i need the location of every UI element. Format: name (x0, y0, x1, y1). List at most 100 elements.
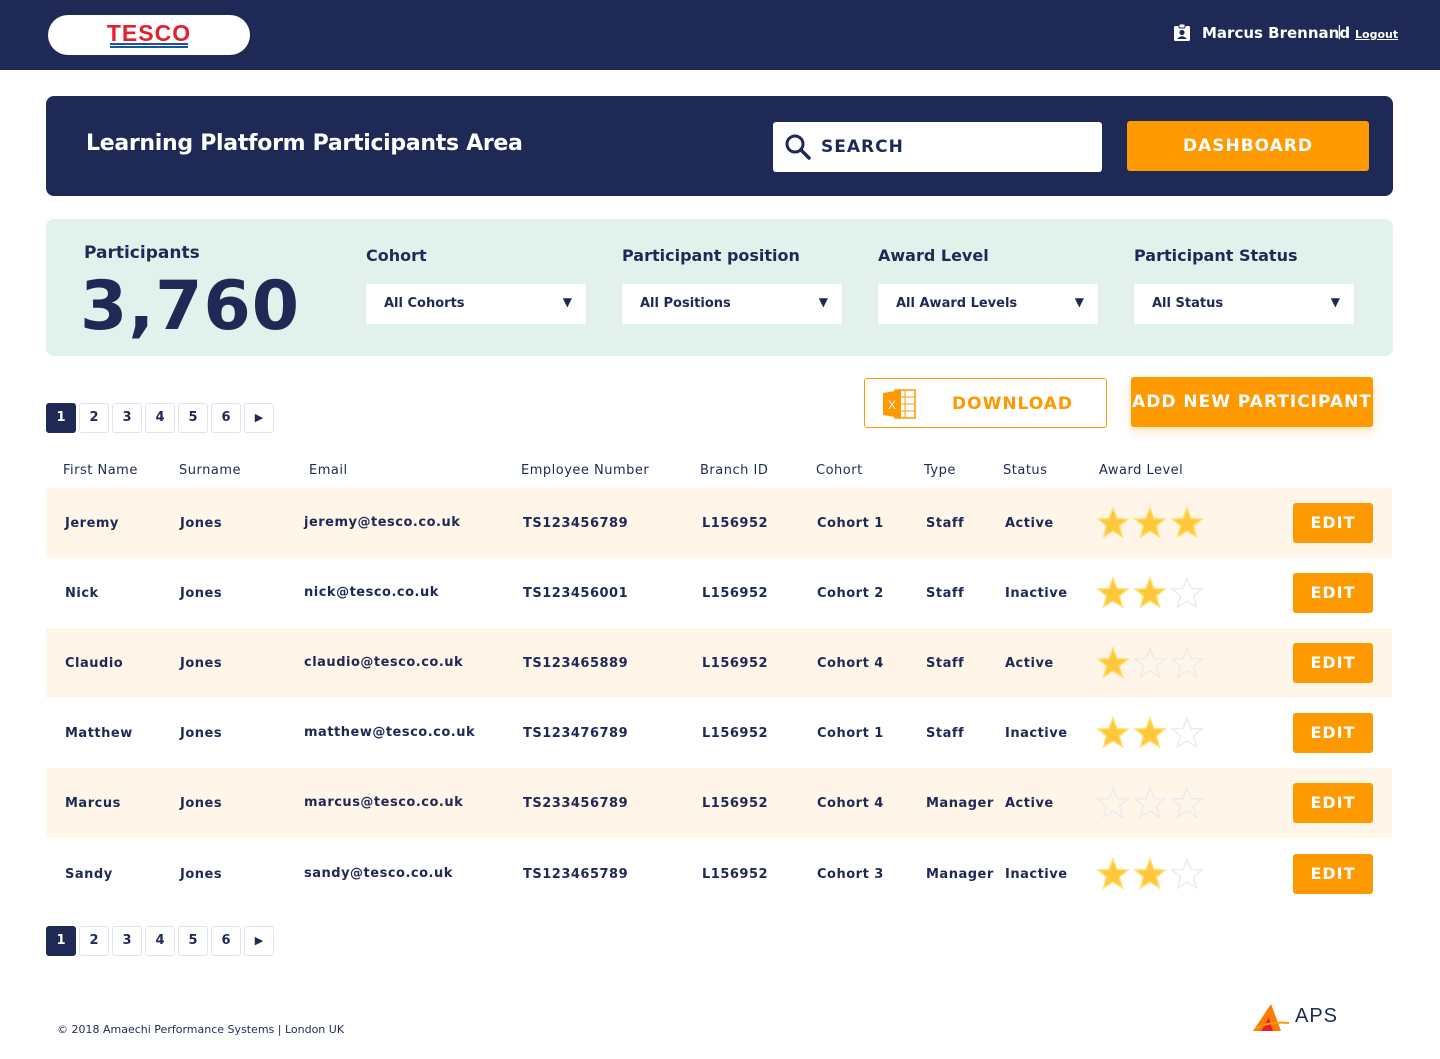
star-empty-icon (1096, 786, 1130, 819)
status-select[interactable]: All Status ▼ (1134, 284, 1354, 324)
aps-logo: APS (1251, 1003, 1351, 1033)
first-name-cell: Marcus (65, 796, 121, 811)
type-cell: Staff (926, 656, 965, 671)
dashboard-button[interactable]: DASHBOARD (1127, 121, 1369, 171)
page-button-5[interactable]: 5 (178, 403, 208, 433)
edit-button[interactable]: EDIT (1293, 573, 1373, 613)
copyright-text: © 2018 Amaechi Performance Systems | Lon… (57, 1023, 345, 1036)
star-empty-icon (1133, 786, 1167, 819)
star-empty-icon (1170, 716, 1204, 749)
cohort-select[interactable]: All Cohorts ▼ (366, 284, 586, 324)
column-header-first-name[interactable]: First Name (63, 463, 138, 478)
page-button-6[interactable]: 6 (211, 926, 241, 956)
excel-icon: X (883, 389, 916, 419)
award-stars (1096, 506, 1206, 540)
column-header-award-level[interactable]: Award Level (1099, 463, 1183, 478)
page-button-1[interactable]: 1 (46, 926, 76, 956)
branch-id-cell: L156952 (702, 516, 769, 531)
first-name-cell: Claudio (65, 656, 124, 671)
surname-cell: Jones (180, 796, 223, 811)
branch-id-cell: L156952 (702, 726, 769, 741)
star-filled-icon (1133, 857, 1167, 890)
logout-link[interactable]: Logout (1355, 28, 1398, 41)
type-cell: Staff (926, 726, 965, 741)
edit-button[interactable]: EDIT (1293, 503, 1373, 543)
page-button-4[interactable]: 4 (145, 926, 175, 956)
table-row[interactable]: Nick Jones nick@tesco.co.uk TS123456001 … (46, 558, 1392, 628)
star-empty-icon (1170, 576, 1204, 609)
status-select-value: All Status (1152, 296, 1224, 311)
employee-number-cell: TS123456789 (523, 516, 629, 531)
star-filled-icon (1096, 506, 1130, 539)
status-cell: Inactive (1005, 726, 1068, 741)
search-input[interactable]: SEARCH (773, 122, 1102, 172)
edit-button[interactable]: EDIT (1293, 854, 1373, 894)
status-cell: Active (1005, 656, 1054, 671)
download-button[interactable]: X DOWNLOAD (864, 378, 1107, 428)
email-cell: jeremy@tesco.co.uk (304, 515, 461, 530)
column-header-email[interactable]: Email (309, 463, 348, 478)
page-button-2[interactable]: 2 (79, 403, 109, 433)
edit-button[interactable]: EDIT (1293, 643, 1373, 683)
next-page-button[interactable]: ▶ (244, 403, 274, 433)
table-row[interactable]: Claudio Jones claudio@tesco.co.uk TS1234… (46, 628, 1392, 698)
table-row[interactable]: Marcus Jones marcus@tesco.co.uk TS233456… (46, 768, 1392, 838)
award-select[interactable]: All Award Levels ▼ (878, 284, 1098, 324)
branch-id-cell: L156952 (702, 867, 769, 882)
edit-button[interactable]: EDIT (1293, 713, 1373, 753)
page-button-3[interactable]: 3 (112, 403, 142, 433)
page-button-4[interactable]: 4 (145, 403, 175, 433)
chevron-down-icon: ▼ (818, 295, 828, 309)
search-placeholder: SEARCH (821, 137, 904, 157)
column-header-branch-id[interactable]: Branch ID (700, 463, 768, 478)
table-row[interactable]: Sandy Jones sandy@tesco.co.uk TS12346578… (46, 838, 1392, 908)
user-badge-icon (1174, 24, 1190, 41)
surname-cell: Jones (180, 726, 223, 741)
tesco-logo[interactable]: TESCO (48, 15, 250, 55)
type-cell: Staff (926, 586, 965, 601)
award-stars (1096, 857, 1206, 891)
status-cell: Active (1005, 796, 1054, 811)
column-header-cohort[interactable]: Cohort (816, 463, 863, 478)
email-cell: nick@tesco.co.uk (304, 585, 439, 600)
edit-button[interactable]: EDIT (1293, 783, 1373, 823)
star-empty-icon (1170, 857, 1204, 890)
column-header-employee-number[interactable]: Employee Number (521, 463, 649, 478)
column-header-status[interactable]: Status (1003, 463, 1047, 478)
star-filled-icon (1170, 506, 1204, 539)
award-stars (1096, 716, 1206, 750)
separator: | (1337, 24, 1342, 40)
column-header-type[interactable]: Type (924, 463, 956, 478)
first-name-cell: Nick (65, 586, 99, 601)
table-row[interactable]: Matthew Jones matthew@tesco.co.uk TS1234… (46, 698, 1392, 768)
page-button-2[interactable]: 2 (79, 926, 109, 956)
next-page-button[interactable]: ▶ (244, 926, 274, 956)
cohort-filter-label: Cohort (366, 246, 427, 265)
page-button-6[interactable]: 6 (211, 403, 241, 433)
position-filter-label: Participant position (622, 246, 800, 265)
page-button-3[interactable]: 3 (112, 926, 142, 956)
star-filled-icon (1133, 716, 1167, 749)
star-filled-icon (1096, 857, 1130, 890)
email-cell: marcus@tesco.co.uk (304, 795, 464, 810)
position-select[interactable]: All Positions ▼ (622, 284, 842, 324)
search-icon (785, 134, 811, 160)
table-row[interactable]: Jeremy Jones jeremy@tesco.co.uk TS123456… (46, 488, 1392, 558)
employee-number-cell: TS123465889 (523, 656, 629, 671)
page-button-1[interactable]: 1 (46, 403, 76, 433)
status-cell: Inactive (1005, 586, 1068, 601)
first-name-cell: Matthew (65, 726, 133, 741)
star-filled-icon (1096, 716, 1130, 749)
user-name[interactable]: Marcus Brennand (1202, 24, 1350, 42)
email-cell: matthew@tesco.co.uk (304, 725, 476, 740)
email-cell: sandy@tesco.co.uk (304, 866, 453, 881)
add-participant-button[interactable]: ADD NEW PARTICIPANT (1131, 377, 1373, 427)
column-header-surname[interactable]: Surname (179, 463, 241, 478)
branch-id-cell: L156952 (702, 796, 769, 811)
surname-cell: Jones (180, 867, 223, 882)
cohort-cell: Cohort 4 (817, 656, 884, 671)
status-filter-label: Participant Status (1134, 246, 1298, 265)
branch-id-cell: L156952 (702, 586, 769, 601)
page-button-5[interactable]: 5 (178, 926, 208, 956)
branch-id-cell: L156952 (702, 656, 769, 671)
